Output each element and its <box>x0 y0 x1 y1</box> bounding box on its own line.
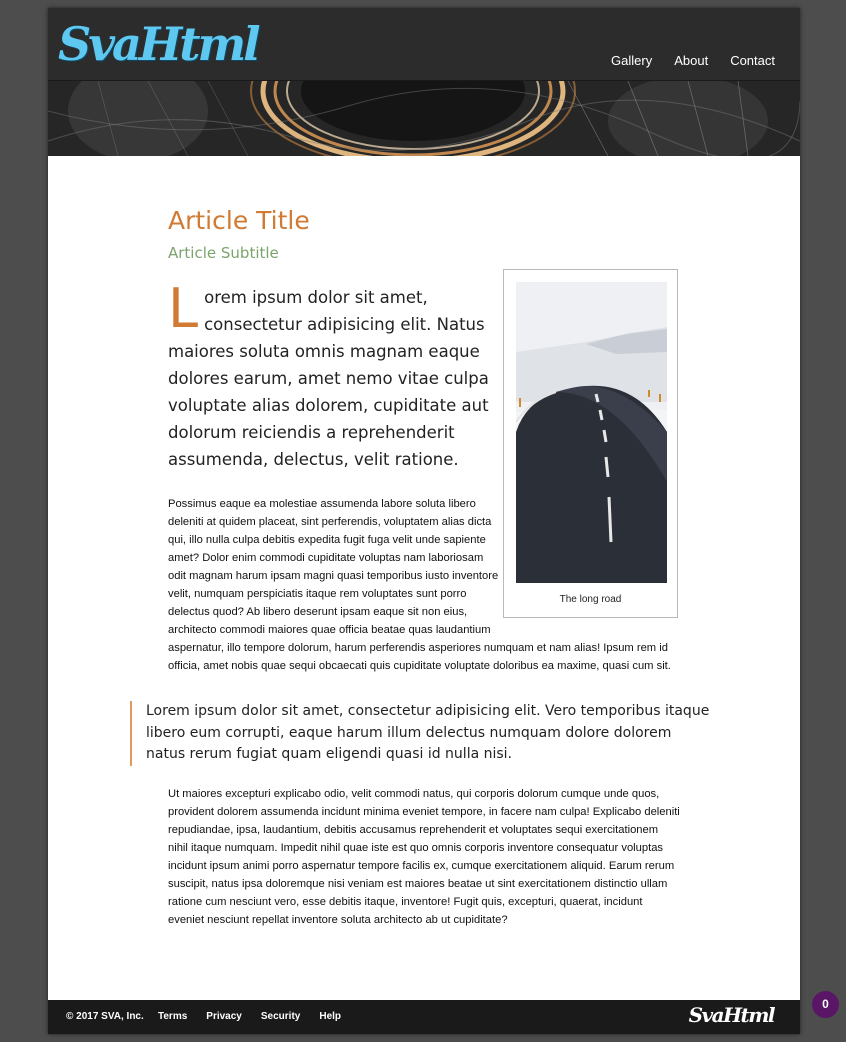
site-header: SvaHtml Gallery About Contact <box>48 8 800 81</box>
notification-badge[interactable]: 0 <box>812 991 839 1018</box>
nav-gallery-link[interactable]: Gallery <box>611 53 652 68</box>
article-title: Article Title <box>168 206 310 235</box>
footer-privacy-link[interactable]: Privacy <box>206 1011 242 1022</box>
main-nav: Gallery About Contact <box>611 53 775 68</box>
footer-logo[interactable]: SvaHtml <box>689 1003 776 1027</box>
article-lead-paragraph: Lorem ipsum dolor sit amet, consectetur … <box>168 277 493 473</box>
footer-security-link[interactable]: Security <box>261 1011 300 1022</box>
site-logo[interactable]: SvaHtml <box>58 14 261 74</box>
drop-cap: L <box>168 277 199 340</box>
page-container: SvaHtml Gallery About Contact Article Ti… <box>48 8 800 1034</box>
footer-links: Terms Privacy Security Help <box>158 1011 341 1022</box>
hero-banner-image <box>48 81 800 156</box>
pull-quote: Lorem ipsum dolor sit amet, consectetur … <box>130 701 710 766</box>
light-trails-graphic <box>48 81 800 156</box>
article-paragraph-2: Ut maiores excepturi explicabo odio, vel… <box>168 788 680 926</box>
footer-help-link[interactable]: Help <box>319 1011 341 1022</box>
figure-wrap-spacer <box>502 495 680 625</box>
article-paragraph-1: Possimus eaque ea molestiae assumenda la… <box>168 495 680 675</box>
nav-about-link[interactable]: About <box>674 53 708 68</box>
site-footer: © 2017 SVA, Inc. Terms Privacy Security … <box>48 1000 800 1034</box>
copyright-text: © 2017 SVA, Inc. <box>66 1011 144 1022</box>
lead-text: orem ipsum dolor sit amet, consectetur a… <box>168 288 489 469</box>
nav-contact-link[interactable]: Contact <box>730 53 775 68</box>
footer-terms-link[interactable]: Terms <box>158 1011 187 1022</box>
article-subtitle: Article Subtitle <box>168 244 279 262</box>
